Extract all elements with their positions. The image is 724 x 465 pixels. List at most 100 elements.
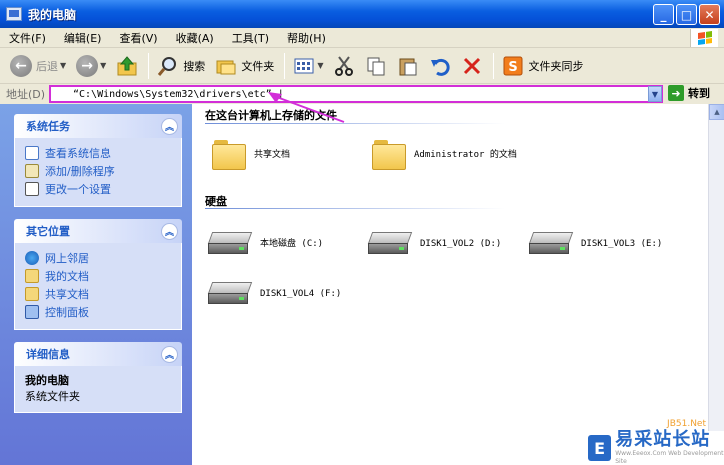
system-tasks-body: 查看系统信息 添加/删除程序 更改一个设置 [14,138,182,207]
watermark-main-text: 易采站长站 [615,429,711,450]
folders-icon [216,60,236,74]
place-label: 我的文档 [45,270,89,283]
vertical-scrollbar[interactable]: ▲ [708,104,724,465]
folder-icon [372,140,406,170]
system-tasks-header[interactable]: 系统任务 ︽ [14,114,182,138]
chevron-down-icon[interactable]: ▼ [60,61,66,70]
hard-drive-icon [207,282,253,306]
folder-item-admin-docs[interactable]: Administrator 的文档 [372,140,542,170]
cut-button[interactable] [329,51,359,81]
site-watermark: E 易采站长站 Www.Eeeox.Com Web Development Si… [586,430,724,465]
group-divider [205,123,505,124]
place-shared-documents[interactable]: 共享文档 [25,285,173,303]
place-my-documents[interactable]: 我的文档 [25,267,173,285]
back-label: 后退 [36,59,58,73]
chevron-down-icon[interactable]: ▼ [317,61,323,70]
menu-view[interactable]: 查看(V) [110,30,166,46]
drive-item-c[interactable]: 本地磁盘 (C:) [207,232,324,256]
task-view-system-info[interactable]: 查看系统信息 [25,144,173,162]
system-tasks-panel: 系统任务 ︽ 查看系统信息 添加/删除程序 更改一个设置 [14,114,182,207]
drive-label: 本地磁盘 (C:) [260,239,324,249]
collapse-icon[interactable]: ︽ [161,345,178,363]
place-control-panel[interactable]: 控制面板 [25,303,173,321]
scroll-up-icon[interactable]: ▲ [709,104,724,120]
details-item-desc: 系统文件夹 [25,390,80,403]
task-add-remove-programs[interactable]: 添加/删除程序 [25,162,173,180]
menu-tools[interactable]: 工具(T) [223,30,278,46]
collapse-icon[interactable]: ︽ [161,117,178,135]
drive-label: DISK1_VOL3 (E:) [581,239,663,249]
copy-icon [367,57,385,75]
folder-label: Administrator 的文档 [414,150,517,160]
task-pane: 系统任务 ︽ 查看系统信息 添加/删除程序 更改一个设置 其它位置 ︽ 网上邻居… [0,104,192,465]
title-bar[interactable]: 我的电脑 _ □ ✕ [0,0,724,28]
annotation-arrow-icon [268,92,345,123]
content-pane: 在这台计算机上存储的文件 共享文档 Administrator 的文档 硬盘 本… [192,104,724,465]
search-label: 搜索 [183,59,206,73]
drive-item-f[interactable]: DISK1_VOL4 (F:) [207,282,342,306]
drive-label: DISK1_VOL4 (F:) [260,289,342,299]
views-button[interactable]: ▼ [289,51,327,81]
place-network[interactable]: 网上邻居 [25,249,173,267]
menu-favorites[interactable]: 收藏(A) [167,30,223,46]
menu-help[interactable]: 帮助(H) [278,30,335,46]
collapse-icon[interactable]: ︽ [161,222,178,240]
details-item-name: 我的电脑 [25,374,69,387]
toolbar-separator [284,52,286,79]
my-computer-icon [6,7,22,21]
maximize-button[interactable]: □ [676,4,697,25]
watermark-logo-icon: E [588,435,612,461]
go-label: 转到 [688,87,710,100]
drive-item-d[interactable]: DISK1_VOL2 (D:) [367,232,501,256]
group-divider [205,208,505,209]
other-places-panel: 其它位置 ︽ 网上邻居 我的文档 共享文档 控制面板 [14,219,182,330]
address-label: 地址(D) [6,88,46,101]
details-title: 详细信息 [26,348,70,361]
delete-button[interactable] [457,51,487,81]
search-button[interactable]: 搜索 [153,51,209,81]
add-remove-icon [25,164,39,178]
watermark-peek-text: JB51.Net [667,419,706,429]
other-places-header[interactable]: 其它位置 ︽ [14,219,182,243]
back-arrow-icon: ← [10,54,32,77]
menu-file[interactable]: 文件(F) [0,30,55,46]
shared-folder-icon [25,287,39,301]
copy-button[interactable] [361,51,391,81]
watermark-text: 易采站长站 Www.Eeeox.Com Web Development Site [615,430,724,465]
folder-icon [212,140,246,170]
address-value[interactable]: “C:\Windows\System32\drivers\etc” | [73,89,284,100]
task-change-setting[interactable]: 更改一个设置 [25,180,173,198]
back-button[interactable]: ← 后退 ▼ [6,51,70,81]
minimize-button[interactable]: _ [653,4,674,25]
folder-sync-button[interactable]: S 文件夹同步 [498,51,587,81]
system-info-icon [25,146,39,160]
delete-x-icon [464,57,481,74]
menu-edit[interactable]: 编辑(E) [55,30,111,46]
up-button[interactable] [112,51,142,81]
network-icon [25,251,39,265]
svg-text:S: S [509,60,518,75]
folders-button[interactable]: 文件夹 [211,51,278,81]
settings-icon [25,182,39,196]
folder-sync-label: 文件夹同步 [528,59,584,73]
go-button[interactable]: ➜ 转到 [668,85,710,101]
paste-icon [399,58,417,75]
other-places-body: 网上邻居 我的文档 共享文档 控制面板 [14,243,182,330]
go-arrow-icon: ➜ [668,85,684,101]
close-button[interactable]: ✕ [699,4,720,25]
chevron-down-icon[interactable]: ▼ [100,61,106,70]
other-places-title: 其它位置 [26,225,70,238]
forward-arrow-icon: → [76,54,99,77]
views-icon [294,58,314,73]
paste-button[interactable] [393,51,423,81]
task-label: 添加/删除程序 [45,165,115,178]
undo-button[interactable] [425,51,455,81]
details-header[interactable]: 详细信息 ︽ [14,342,182,366]
chevron-down-icon[interactable]: ▼ [648,86,662,102]
drive-item-e[interactable]: DISK1_VOL3 (E:) [528,232,663,256]
folder-item-shared-docs[interactable]: 共享文档 [212,140,290,170]
folders-label: 文件夹 [241,59,275,73]
address-input[interactable]: “C:\Windows\System32\drivers\etc” | ▼ [49,85,663,103]
toolbar: ← 后退 ▼ → ▼ 搜索 文件夹 ▼ S 文件夹同步 [0,48,724,84]
forward-button[interactable]: → ▼ [72,51,110,81]
